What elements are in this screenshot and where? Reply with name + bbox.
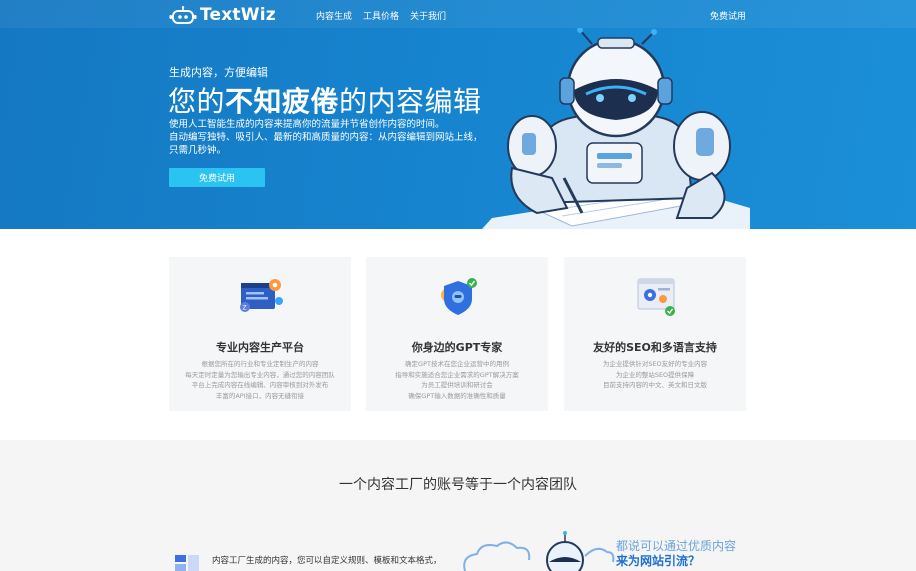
headline-post: 的内容编辑 — [339, 85, 482, 118]
hero-description: 使用人工智能生成的内容来提高你的流量并节省创作内容的时间。 自动编写独特、吸引人… — [169, 118, 489, 157]
feature-title: 你身边的GPT专家 — [411, 341, 503, 354]
section-title: 一个内容工厂的账号等于一个内容团队 — [339, 477, 577, 493]
astronaut-robot-illustration — [482, 28, 750, 229]
nav-about[interactable]: 关于我们 — [410, 9, 446, 22]
hero-tagline: 生成内容，方便编辑 — [169, 66, 268, 79]
svg-text:Z: Z — [243, 305, 247, 312]
seo-settings-icon — [637, 278, 675, 316]
headline-pre: 您的 — [168, 85, 226, 118]
ai-shield-icon — [441, 278, 477, 315]
feature-description: 为企业提供针对SEO友好的专业内容 为企业的整站SEO提供保障 目前支持内容的中… — [570, 359, 740, 391]
nav-pricing[interactable]: 工具价格 — [363, 9, 399, 22]
hero-desc-line: 自动编写独特、吸引人、最新的和高质量的内容：从内容编辑到网站上线， — [169, 132, 483, 143]
feature-description: 确定GPT技术在您企业运营中的用例 指导和实施适合您企业需求的GPT解决方案 为… — [372, 359, 542, 401]
top-navbar: TextWiz 内容生成 工具价格 关于我们 免费试用 — [0, 0, 916, 30]
info-text: 内容工厂生成的内容，您可以自定义规则、模板和文本格式， — [212, 556, 442, 566]
feature-line: 确保GPT输入数据的准确性和质量 — [408, 391, 506, 400]
robot-logo-icon — [169, 6, 197, 24]
feature-line: 每天定时定量为您输出专业内容，通过您的内容团队 — [185, 370, 335, 379]
feature-line: 根据您所在的行业和专业定制生产的内容 — [201, 360, 319, 368]
feature-line: 丰富的API接口，内容无缝衔接 — [215, 391, 305, 400]
feature-description: 根据您所在的行业和专业定制生产的内容 每天定时定量为您输出专业内容，通过您的内容… — [175, 359, 345, 401]
brand-name: TextWiz — [200, 5, 276, 25]
hero-banner: TextWiz 内容生成 工具价格 关于我们 免费试用 生成内容，方便编辑 您的… — [0, 0, 916, 229]
feature-line: 为企业提供针对SEO友好的专业内容 — [602, 360, 708, 368]
brand-logo[interactable]: TextWiz — [169, 5, 276, 25]
hero-free-trial-button[interactable]: 免费试用 — [169, 168, 265, 187]
hero-headline: 您的不知疲倦的内容编辑 — [168, 80, 482, 120]
feature-line: 确定GPT技术在您企业运营中的用例 — [405, 360, 509, 368]
landing-page: TextWiz 内容生成 工具价格 关于我们 免费试用 生成内容，方便编辑 您的… — [0, 0, 916, 571]
document-grid-icon — [175, 555, 199, 571]
feature-line: 目前支持内容的中文、英文和日文版 — [603, 381, 707, 389]
feature-line: 为员工提供培训和研讨会 — [421, 381, 493, 389]
feature-card: Z 专业内容生产平台 根据您所在的行业和专业定制生产的内容 每天定时定量为您输出… — [169, 257, 351, 411]
nav-free-trial[interactable]: 免费试用 — [710, 9, 746, 22]
feature-line: 平台上完成内容在线编辑、内容审核到对外发布 — [191, 381, 329, 389]
feature-line: 指导和实施适合您企业需求的GPT解决方案 — [395, 370, 519, 379]
hero-desc-line: 使用人工智能生成的内容来提高你的流量并节省创作内容的时间。 — [169, 119, 445, 130]
feature-title: 专业内容生产平台 — [216, 341, 304, 354]
promo-highlight: 来为网站引流？ — [616, 554, 701, 568]
hero-desc-line: 只需几秒钟。 — [169, 145, 227, 156]
code-gear-icon: Z — [240, 279, 283, 312]
feature-card: 友好的SEO和多语言支持 为企业提供针对SEO友好的专业内容 为企业的整站SEO… — [564, 257, 746, 411]
feature-card: 你身边的GPT专家 确定GPT技术在您企业运营中的用例 指导和实施适合您企业需求… — [366, 257, 548, 411]
feature-title: 友好的SEO和多语言支持 — [593, 341, 717, 354]
nav-content-generation[interactable]: 内容生成 — [316, 9, 352, 22]
headline-bold: 不知疲倦 — [225, 85, 340, 118]
cloud-robot-illustration — [463, 531, 615, 571]
feature-line: 为企业的整站SEO提供保障 — [615, 370, 695, 379]
